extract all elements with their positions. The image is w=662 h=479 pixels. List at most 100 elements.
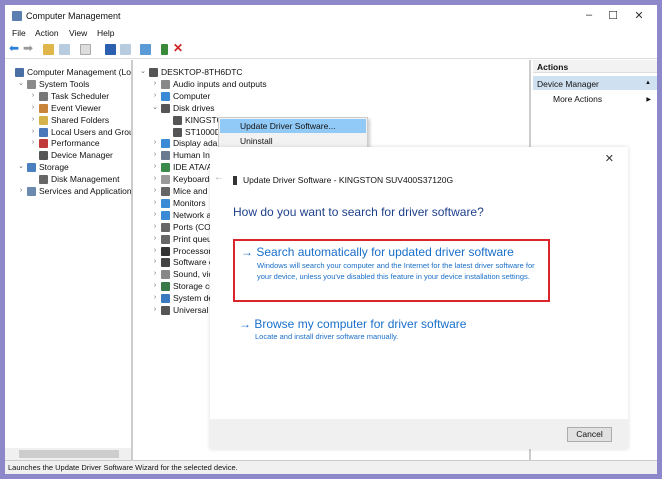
tree-item-label: Disk drives bbox=[173, 102, 215, 113]
actions-section-device-manager[interactable]: Device Manager ▲ bbox=[533, 76, 657, 90]
tree-item-label: Services and Applications bbox=[39, 186, 133, 196]
dialog-footer: Cancel bbox=[210, 419, 628, 449]
tree-item-label: DESKTOP-8TH6DTC bbox=[161, 67, 243, 77]
tree-item-label: System Tools bbox=[39, 78, 90, 89]
tree-node-icon bbox=[39, 139, 48, 149]
expand-chevron-icon[interactable]: › bbox=[151, 185, 159, 197]
uninstall-icon[interactable]: ✕ bbox=[173, 41, 184, 55]
actions-header: Actions bbox=[533, 60, 657, 73]
section-label: Device Manager bbox=[537, 79, 599, 89]
expand-chevron-icon[interactable]: › bbox=[29, 114, 37, 126]
tree-node-icon bbox=[39, 127, 48, 137]
expand-chevron-icon[interactable]: › bbox=[29, 102, 37, 114]
collapse-icon[interactable]: ▲ bbox=[645, 80, 651, 86]
tree-node-icon bbox=[27, 163, 36, 173]
tree-node-icon bbox=[173, 115, 182, 125]
expand-chevron-icon[interactable]: › bbox=[151, 256, 159, 268]
tree-item-label: Task Scheduler bbox=[51, 90, 110, 101]
properties-icon[interactable] bbox=[80, 44, 91, 55]
help-icon[interactable] bbox=[105, 44, 116, 55]
tree-item-label: Shared Folders bbox=[51, 114, 110, 125]
tree-item-label: Local Users and Groups bbox=[51, 126, 131, 137]
expand-chevron-icon[interactable]: › bbox=[151, 90, 159, 102]
expand-chevron-icon[interactable]: › bbox=[151, 233, 159, 245]
expand-chevron-icon[interactable]: › bbox=[151, 197, 159, 209]
menu-item-update-driver[interactable]: Update Driver Software... bbox=[220, 119, 366, 133]
tree-node-icon bbox=[161, 282, 170, 292]
expand-chevron-icon[interactable]: › bbox=[151, 137, 159, 149]
tree-node-icon bbox=[27, 79, 36, 89]
cancel-button[interactable]: Cancel bbox=[567, 427, 612, 442]
update-driver-dialog: ✕ ← Update Driver Software - KINGSTON SU… bbox=[210, 147, 628, 449]
title-bar: Computer Management – ☐ ✕ bbox=[5, 5, 657, 28]
submenu-arrow-icon: ▶ bbox=[646, 97, 651, 103]
context-menu: Update Driver Software... Uninstall bbox=[218, 117, 368, 149]
tree-item-label: Audio inputs and outputs bbox=[173, 78, 267, 89]
close-button[interactable]: ✕ bbox=[629, 9, 649, 22]
tree-node-icon bbox=[27, 187, 36, 196]
expand-chevron-icon[interactable]: › bbox=[151, 292, 159, 304]
tree-node-icon bbox=[39, 175, 48, 185]
tree-node-icon bbox=[161, 210, 170, 220]
menu-view[interactable]: View bbox=[69, 28, 87, 38]
update-driver-icon[interactable] bbox=[161, 44, 168, 55]
tree-item-label: Disk Management bbox=[51, 174, 120, 185]
tree-node-icon bbox=[161, 246, 170, 256]
expand-chevron-icon[interactable]: › bbox=[29, 90, 37, 102]
tree-node-icon bbox=[161, 306, 170, 315]
expand-chevron-icon[interactable]: › bbox=[151, 268, 159, 280]
drive-icon bbox=[233, 176, 237, 185]
console-tree: Computer Management (Local ⌄ System Tools ›… bbox=[5, 60, 133, 460]
expand-chevron-icon[interactable]: › bbox=[151, 149, 159, 161]
option-search-automatically[interactable]: → Search automatically for updated drive… bbox=[233, 239, 550, 302]
action-pane-icon[interactable] bbox=[120, 44, 131, 55]
tree-item-label: Event Viewer bbox=[51, 102, 101, 113]
menu-help[interactable]: Help bbox=[97, 28, 114, 38]
tree-node-icon bbox=[39, 151, 48, 161]
horizontal-scrollbar[interactable] bbox=[5, 448, 131, 460]
tree-item-label: Network a bbox=[173, 209, 212, 220]
more-actions-item[interactable]: More Actions ▶ bbox=[533, 92, 657, 105]
up-folder-icon[interactable] bbox=[43, 44, 54, 55]
tree-node-icon bbox=[161, 79, 170, 89]
expand-chevron-icon[interactable]: › bbox=[151, 78, 159, 90]
back-arrow-button[interactable]: ← bbox=[214, 172, 224, 183]
tree-item-label: Print queu bbox=[173, 233, 212, 244]
forward-icon[interactable]: ➡ bbox=[23, 41, 34, 55]
tree-item-label: Device Manager bbox=[51, 150, 113, 161]
expand-chevron-icon[interactable]: › bbox=[151, 221, 159, 233]
menu-item-uninstall[interactable]: Uninstall bbox=[220, 134, 366, 148]
show-hide-tree-icon[interactable] bbox=[59, 44, 70, 55]
menu-bar: File Action View Help bbox=[5, 28, 657, 41]
expand-chevron-icon[interactable]: › bbox=[151, 304, 159, 316]
minimize-button[interactable]: – bbox=[579, 9, 599, 21]
expand-chevron-icon[interactable]: › bbox=[151, 161, 159, 173]
option-browse-computer[interactable]: → Browse my computer for driver software… bbox=[239, 317, 549, 341]
expand-chevron-icon[interactable]: ⌄ bbox=[17, 161, 25, 173]
dialog-close-button[interactable]: ✕ bbox=[605, 152, 614, 165]
option-title: Search automatically for updated driver … bbox=[256, 245, 514, 259]
computer-management-window: Computer Management – ☐ ✕ File Action Vi… bbox=[5, 5, 657, 474]
tree-node-icon bbox=[161, 294, 170, 304]
expand-chevron-icon[interactable]: › bbox=[151, 173, 159, 185]
scrollbar-thumb[interactable] bbox=[19, 450, 119, 458]
tree-item-label: Mice and bbox=[173, 186, 208, 196]
expand-chevron-icon[interactable]: › bbox=[29, 126, 37, 138]
expand-chevron-icon[interactable]: ⌄ bbox=[151, 102, 159, 114]
expand-chevron-icon[interactable]: › bbox=[29, 137, 37, 149]
expand-chevron-icon[interactable]: › bbox=[17, 185, 25, 197]
scan-hardware-icon[interactable] bbox=[140, 44, 151, 55]
expand-chevron-icon[interactable]: › bbox=[151, 245, 159, 257]
menu-file[interactable]: File bbox=[12, 28, 26, 38]
expand-chevron-icon[interactable]: ⌄ bbox=[17, 78, 25, 90]
menu-action[interactable]: Action bbox=[35, 28, 59, 38]
back-icon[interactable]: ⬅ bbox=[9, 41, 20, 55]
expand-chevron-icon[interactable]: ⌄ bbox=[139, 66, 147, 78]
expand-chevron-icon[interactable]: › bbox=[151, 209, 159, 221]
tree-node-icon bbox=[161, 175, 170, 185]
maximize-button[interactable]: ☐ bbox=[603, 9, 623, 22]
expand-chevron-icon[interactable]: › bbox=[151, 280, 159, 292]
dialog-heading: How do you want to search for driver sof… bbox=[233, 205, 484, 219]
tree-item-label: Monitors bbox=[173, 197, 206, 208]
tree-item-label: Storage bbox=[39, 162, 69, 173]
